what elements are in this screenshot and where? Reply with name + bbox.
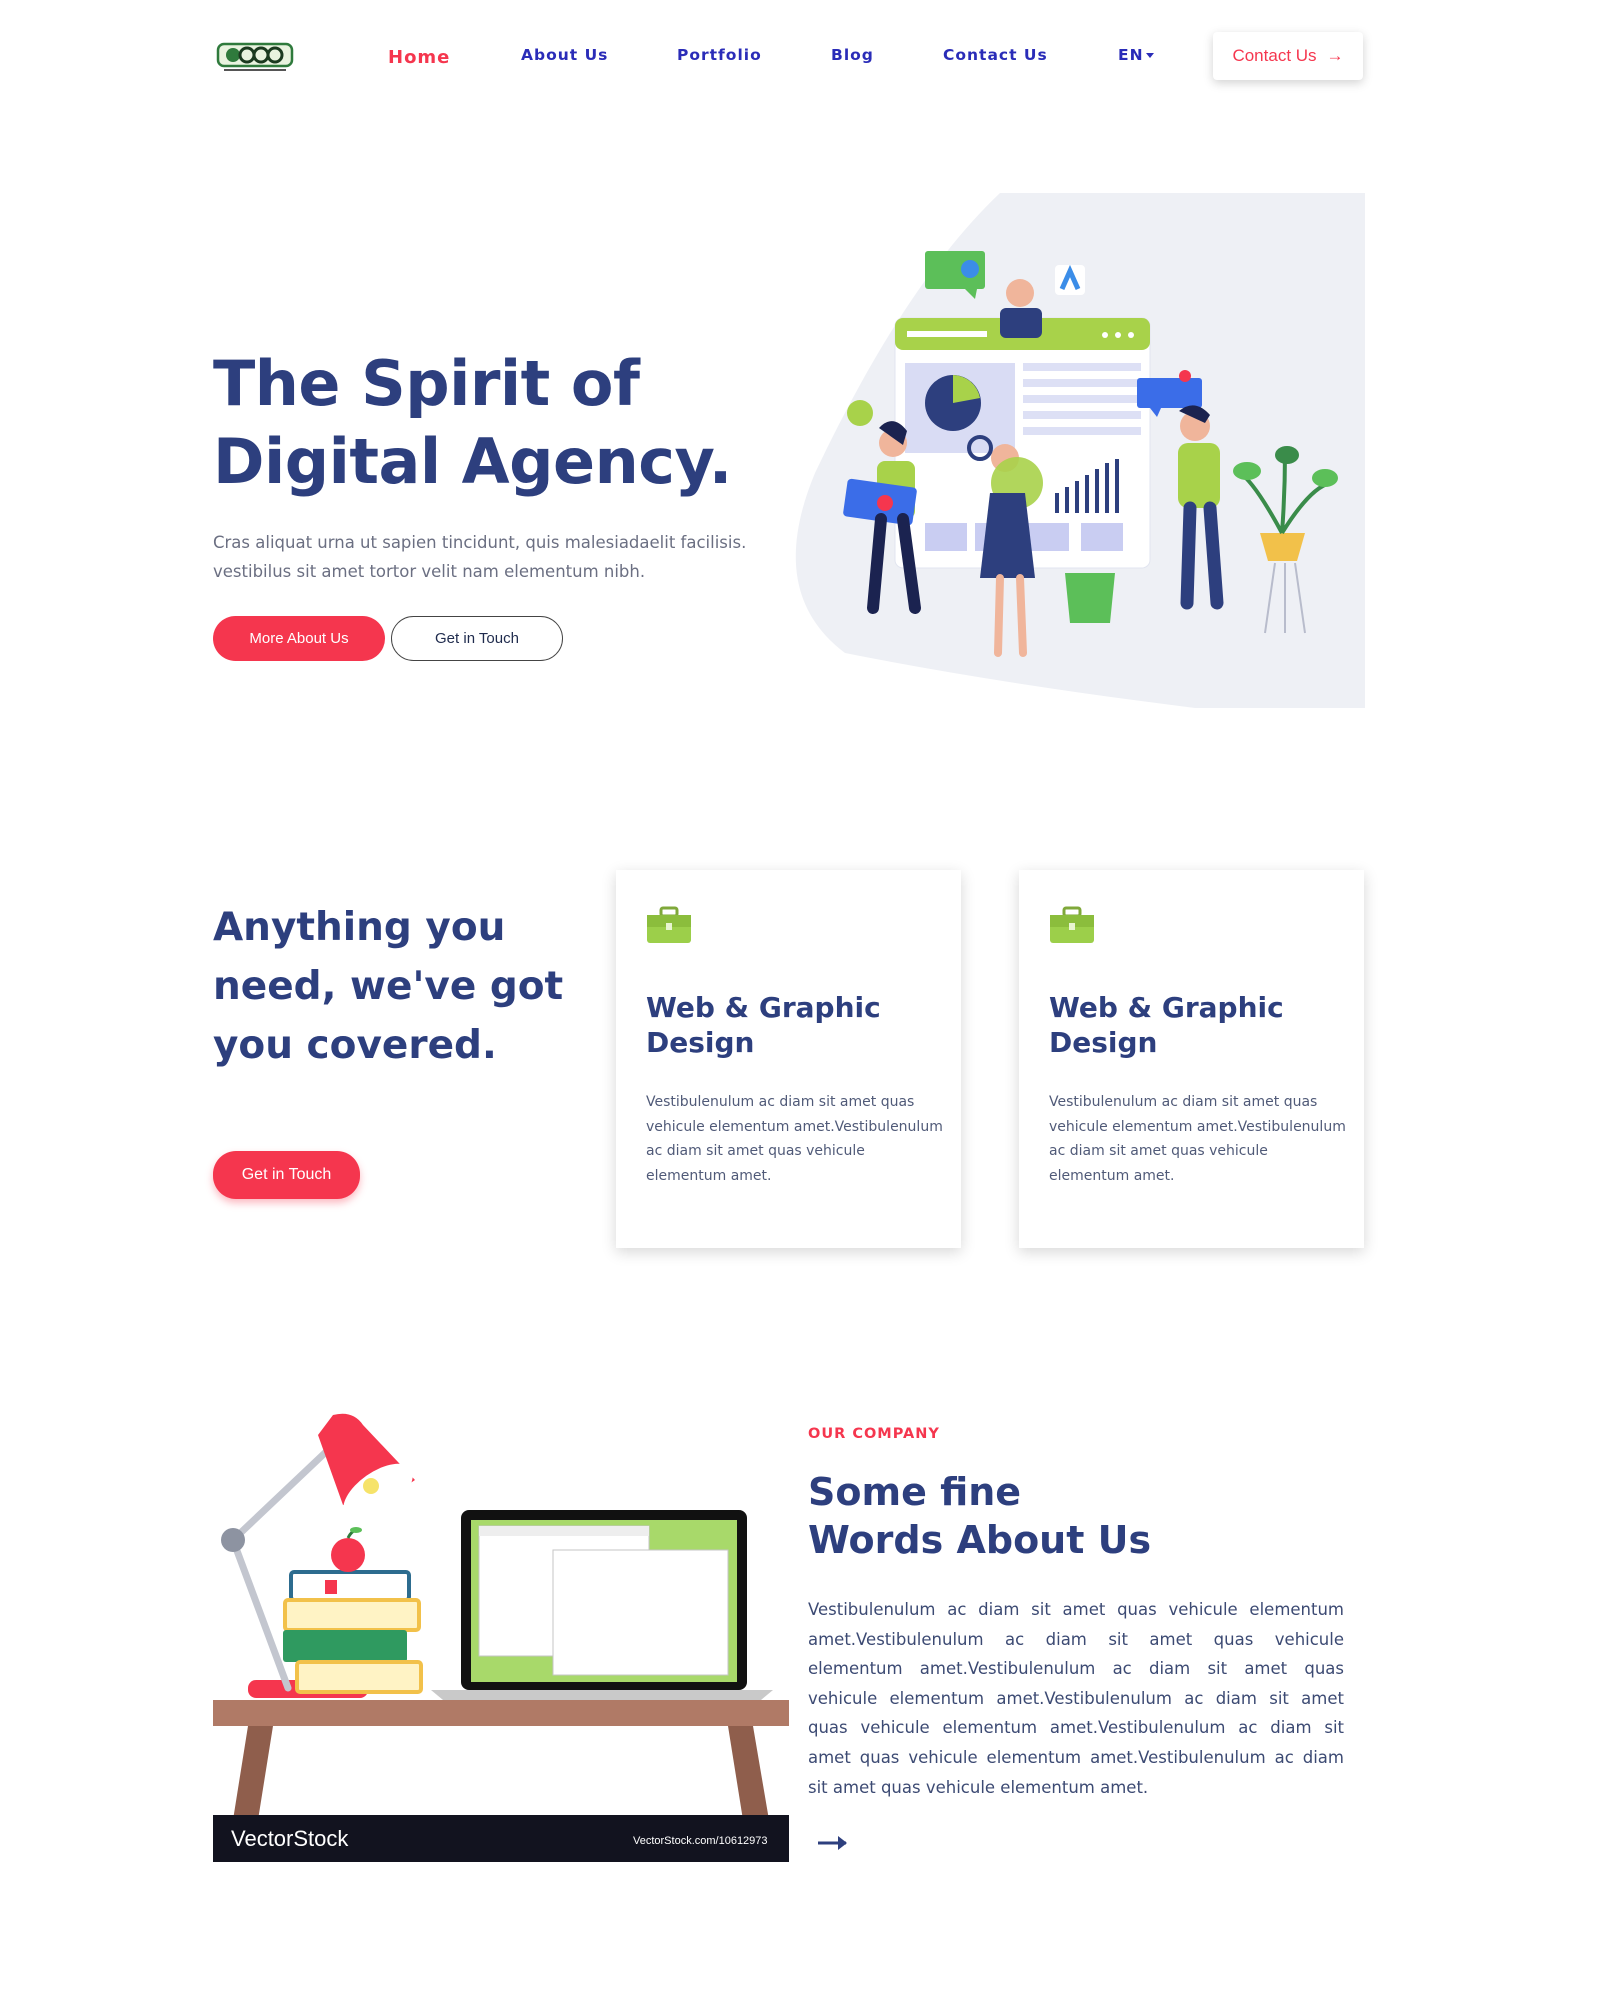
arrow-right-icon: → xyxy=(1326,46,1344,65)
briefcase-icon xyxy=(647,906,691,943)
arrow-right-icon[interactable] xyxy=(816,1834,850,1852)
about-text: Vestibulenulum ac diam sit amet quas veh… xyxy=(808,1600,1344,1797)
about-title-line2: Words About Us xyxy=(808,1518,1152,1562)
hero-title: The Spirit of Digital Agency. xyxy=(213,345,813,501)
nav-contact-us[interactable]: Contact Us xyxy=(943,46,1048,64)
hero-title-line2: Digital Agency. xyxy=(213,425,732,498)
about-title-line1: Some fine xyxy=(808,1470,1022,1514)
desk-workspace-illustration: VectorStock VectorStock.com/10612973 xyxy=(213,1413,789,1862)
svg-text:VectorStock.com/10612973: VectorStock.com/10612973 xyxy=(633,1835,768,1847)
hero-title-line1: The Spirit of xyxy=(213,347,640,420)
services-heading: Anything you need, we've got you covered… xyxy=(213,905,564,1068)
nav-blog[interactable]: Blog xyxy=(831,46,874,64)
nav-about-us[interactable]: About Us xyxy=(521,46,608,64)
chevron-down-icon xyxy=(1145,53,1154,58)
nav-home[interactable]: Home xyxy=(388,47,450,68)
contact-us-label: Contact Us xyxy=(1232,46,1317,65)
service-card-title: Web & Graphic Design xyxy=(646,991,881,1059)
nav-portfolio[interactable]: Portfolio xyxy=(677,46,762,64)
language-selector[interactable]: EN xyxy=(1118,46,1154,64)
service-card-text: Vestibulenulum ac diam sit amet quas veh… xyxy=(646,1094,943,1184)
site-logo[interactable] xyxy=(216,40,294,76)
service-card[interactable]: Web & Graphic Design Vestibulenulum ac d… xyxy=(616,870,961,1248)
language-label: EN xyxy=(1118,46,1144,64)
services-get-in-touch-button[interactable]: Get in Touch xyxy=(213,1151,360,1199)
about-overline: OUR COMPANY xyxy=(808,1426,940,1442)
service-card-text: Vestibulenulum ac diam sit amet quas veh… xyxy=(1049,1094,1346,1184)
get-in-touch-button[interactable]: Get in Touch xyxy=(391,616,563,661)
about-title: Some fine Words About Us xyxy=(808,1468,1288,1564)
more-about-us-button[interactable]: More About Us xyxy=(213,616,385,661)
service-card-title: Web & Graphic Design xyxy=(1049,991,1284,1059)
contact-us-button[interactable]: Contact Us → xyxy=(1213,32,1363,80)
top-navbar: Home About Us Portfolio Blog Contact Us … xyxy=(0,0,1600,112)
briefcase-icon xyxy=(1050,906,1094,943)
digital-agency-illustration xyxy=(795,193,1365,708)
hero-description: Cras aliquat urna ut sapien tincidunt, q… xyxy=(213,533,747,581)
svg-text:VectorStock: VectorStock xyxy=(231,1826,349,1851)
service-card[interactable]: Web & Graphic Design Vestibulenulum ac d… xyxy=(1019,870,1364,1248)
